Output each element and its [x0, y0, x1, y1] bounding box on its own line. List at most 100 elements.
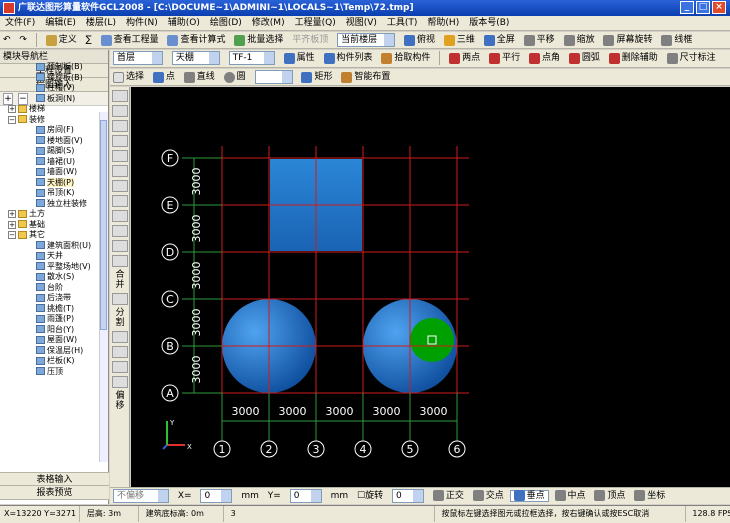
sum-button[interactable]: ∑ — [83, 32, 95, 48]
floor-combo[interactable]: 首层 — [113, 51, 163, 66]
batch-select-button[interactable]: 批量选择 — [231, 32, 286, 48]
dimension-button[interactable]: 尺寸标注 — [664, 50, 719, 67]
intersect-button[interactable]: 交点 — [470, 490, 507, 501]
point-button[interactable]: 点 — [150, 69, 178, 85]
tool-icon[interactable] — [112, 180, 128, 192]
tree-item[interactable]: + 基础 — [0, 220, 100, 231]
x-offset-input[interactable]: 0 — [200, 488, 233, 503]
tool-icon[interactable] — [112, 240, 128, 252]
menu-item[interactable]: 楼层(L) — [81, 16, 121, 30]
menu-item[interactable]: 帮助(H) — [422, 16, 464, 30]
tree-item[interactable]: 散水(S) — [0, 272, 100, 283]
tree-item[interactable]: 屋面(W) — [0, 335, 100, 346]
tree-item[interactable]: 挑檐(T) — [0, 304, 100, 315]
arc-button[interactable]: 圆 — [221, 69, 249, 85]
report-preview-button[interactable]: 报表预览 — [0, 486, 109, 500]
tool-icon[interactable] — [112, 376, 128, 388]
redo-button[interactable]: ↷ — [16, 32, 30, 48]
tool-icon[interactable] — [112, 255, 128, 267]
selected-point-marker[interactable] — [410, 318, 454, 362]
arc-type-combo[interactable] — [254, 70, 293, 85]
point-angle-button[interactable]: 点角 — [526, 50, 563, 67]
tree-item[interactable]: 独立柱装修 — [0, 199, 100, 210]
coord-button[interactable]: 坐标 — [631, 490, 668, 501]
tree-item[interactable]: − 其它 — [0, 230, 100, 241]
two-points-button[interactable]: 两点 — [446, 50, 483, 67]
offset-button[interactable]: 偏移 — [112, 391, 128, 411]
tree-item[interactable]: 建筑面积(U) — [0, 241, 100, 252]
vertex-button[interactable]: 顶点 — [591, 490, 628, 501]
wireframe-button[interactable]: 线框 — [658, 32, 695, 48]
select-button[interactable]: 选择 — [110, 69, 147, 85]
ortho-button[interactable]: 正交 — [430, 490, 467, 501]
collapse-icon[interactable]: − — [8, 231, 16, 239]
offset-mode-combo[interactable]: 不偏移 — [113, 488, 169, 503]
three-d-button[interactable]: 三维 — [441, 32, 478, 48]
screen-rotate-button[interactable]: 屏幕旋转 — [600, 32, 655, 48]
split-button[interactable]: 分割 — [112, 308, 128, 328]
current-floor-combo[interactable]: 当前楼层 — [337, 33, 396, 48]
tree-item[interactable]: 后浇带 — [0, 293, 100, 304]
tree-item[interactable]: 墙面(W) — [0, 167, 100, 178]
tool-icon[interactable] — [112, 120, 128, 132]
tool-icon[interactable] — [112, 361, 128, 373]
tool-icon[interactable] — [112, 346, 128, 358]
y-offset-input[interactable]: 0 — [289, 488, 322, 503]
merge-button[interactable]: 合并 — [112, 270, 128, 290]
delete-aux-button[interactable]: 删除辅助 — [606, 50, 661, 67]
expand-icon[interactable]: + — [8, 105, 16, 113]
cad-drawing[interactable]: F E D C B A 1 2 3 4 5 6 3000 3000 3000 3000 3000 3000 3000… — [131, 87, 730, 487]
component-list-button[interactable]: 构件列表 — [321, 50, 376, 67]
pan-button[interactable]: 平移 — [521, 32, 558, 48]
define-button[interactable]: 定义 — [43, 32, 80, 48]
tree-item[interactable]: 阳台(Y) — [0, 325, 100, 336]
menu-item[interactable]: 绘图(D) — [205, 16, 247, 30]
line-button[interactable]: 直线 — [181, 69, 218, 85]
maximize-button[interactable]: □ — [696, 1, 710, 14]
tree-item[interactable]: 保温层(H) — [0, 346, 100, 357]
close-button[interactable]: × — [712, 1, 726, 14]
tree-item[interactable]: 板洞(N) — [0, 94, 100, 105]
tool-icon[interactable] — [112, 165, 128, 177]
fullscreen-button[interactable]: 全屏 — [481, 32, 518, 48]
view-formula-button[interactable]: 查看计算式 — [164, 32, 228, 48]
tree-item[interactable]: 压顶 — [0, 367, 100, 378]
menu-item[interactable]: 工具(T) — [382, 16, 423, 30]
tool-icon[interactable] — [112, 225, 128, 237]
tool-icon[interactable] — [112, 210, 128, 222]
tree-item[interactable]: 台阶 — [0, 283, 100, 294]
vertical-snap-button[interactable]: 垂点 — [509, 490, 549, 502]
flat-switch-button[interactable]: 平齐板顶 — [289, 32, 331, 48]
tree-item[interactable]: 天棚(P) — [0, 177, 100, 189]
tree-item[interactable]: 天井 — [0, 251, 100, 262]
view-mode-button[interactable]: 俯视 — [401, 32, 438, 48]
tree-item[interactable]: 栏板(K) — [0, 356, 100, 367]
tree-item[interactable]: 平整场地(V) — [0, 262, 100, 273]
menu-item[interactable]: 构件(N) — [121, 16, 163, 30]
tree-item[interactable]: 房间(F) — [0, 125, 100, 136]
tool-icon[interactable] — [112, 331, 128, 343]
rect-button[interactable]: 矩形 — [298, 69, 335, 85]
category-combo[interactable]: 天棚 — [171, 51, 220, 66]
tree-item[interactable]: − 装修 — [0, 115, 100, 126]
tree-item[interactable]: + 土方 — [0, 209, 100, 220]
menu-item[interactable]: 修改(M) — [247, 16, 290, 30]
rotate-checkbox[interactable]: ☐旋转 — [354, 491, 386, 501]
tool-icon[interactable] — [112, 195, 128, 207]
tree-item[interactable]: 楼地面(V) — [0, 136, 100, 147]
rotate-angle-input[interactable]: 0 — [391, 488, 424, 503]
midpoint-button[interactable]: 中点 — [552, 490, 589, 501]
smart-layout-button[interactable]: 智能布置 — [338, 69, 393, 85]
arc-aux-button[interactable]: 圆弧 — [566, 50, 603, 67]
tree-item[interactable]: 踢脚(S) — [0, 146, 100, 157]
menu-item[interactable]: 辅助(O) — [163, 16, 205, 30]
view-quantity-button[interactable]: 查看工程量 — [98, 32, 162, 48]
menu-item[interactable]: 编辑(E) — [40, 16, 81, 30]
menu-item[interactable]: 视图(V) — [341, 16, 382, 30]
tree-item[interactable]: 雨篷(P) — [0, 314, 100, 325]
tool-icon[interactable] — [112, 135, 128, 147]
tool-icon[interactable] — [112, 293, 128, 305]
drawing-canvas[interactable]: F E D C B A 1 2 3 4 5 6 3000 3000 3000 3000 3000 3000 3000… — [131, 87, 730, 487]
undo-button[interactable]: ↶ — [0, 32, 14, 48]
component-combo[interactable]: TF-1 — [228, 51, 275, 66]
